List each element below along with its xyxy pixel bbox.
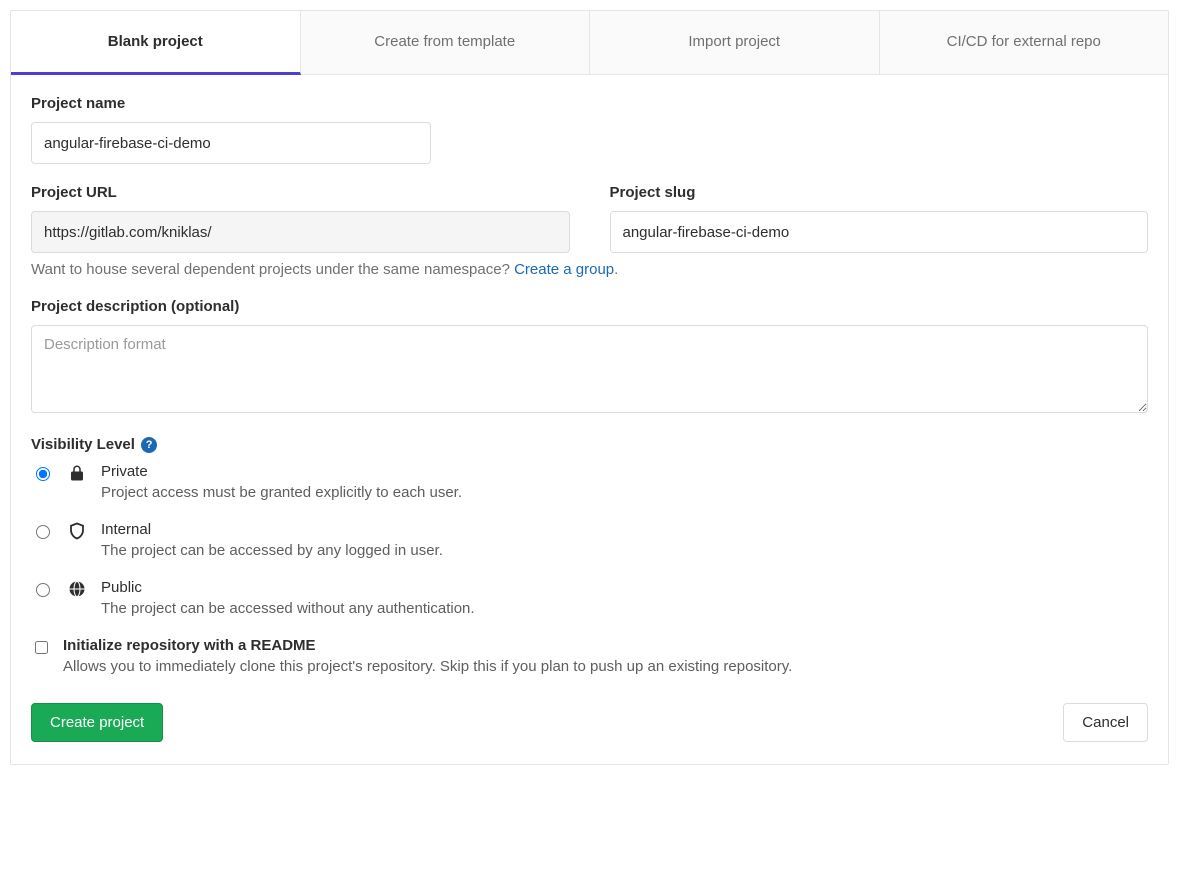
project-slug-input[interactable] — [610, 211, 1149, 253]
visibility-private-title: Private — [101, 463, 462, 480]
initialize-readme-title: Initialize repository with a README — [63, 637, 792, 654]
namespace-hint-text: Want to house several dependent projects… — [31, 261, 514, 278]
initialize-readme-checkbox[interactable] — [35, 641, 48, 654]
visibility-internal-title: Internal — [101, 521, 443, 538]
globe-icon — [67, 580, 87, 598]
visibility-public-title: Public — [101, 579, 475, 596]
project-description-label: Project description (optional) — [31, 298, 1148, 315]
project-description-input[interactable] — [31, 325, 1148, 413]
project-name-label: Project name — [31, 95, 1148, 112]
namespace-hint: Want to house several dependent projects… — [31, 261, 1148, 278]
visibility-private-radio[interactable] — [36, 467, 50, 481]
tabs-bar: Blank project Create from template Impor… — [11, 11, 1168, 75]
visibility-internal-sub: The project can be accessed by any logge… — [101, 542, 443, 559]
visibility-level-label: Visibility Level ? — [31, 436, 1148, 453]
shield-icon — [67, 522, 87, 540]
lock-icon — [67, 464, 87, 482]
namespace-hint-period: . — [614, 261, 618, 278]
visibility-internal-radio[interactable] — [36, 525, 50, 539]
tab-cicd-external-repo[interactable]: CI/CD for external repo — [880, 11, 1169, 74]
project-name-input[interactable] — [31, 122, 431, 164]
initialize-readme-sub: Allows you to immediately clone this pro… — [63, 658, 792, 675]
project-url-display — [31, 211, 570, 253]
project-slug-label: Project slug — [610, 184, 1149, 201]
create-project-button[interactable]: Create project — [31, 703, 163, 742]
visibility-public-radio[interactable] — [36, 583, 50, 597]
form-body: Project name Project URL Project slug Wa… — [11, 75, 1168, 764]
new-project-panel: Blank project Create from template Impor… — [10, 10, 1169, 765]
create-group-link[interactable]: Create a group — [514, 261, 614, 278]
project-url-label: Project URL — [31, 184, 570, 201]
tab-import-project[interactable]: Import project — [590, 11, 880, 74]
cancel-button[interactable]: Cancel — [1063, 703, 1148, 742]
help-icon[interactable]: ? — [141, 437, 157, 453]
tab-create-from-template[interactable]: Create from template — [301, 11, 591, 74]
visibility-public-sub: The project can be accessed without any … — [101, 600, 475, 617]
visibility-private-sub: Project access must be granted explicitl… — [101, 484, 462, 501]
tab-blank-project[interactable]: Blank project — [11, 11, 301, 75]
